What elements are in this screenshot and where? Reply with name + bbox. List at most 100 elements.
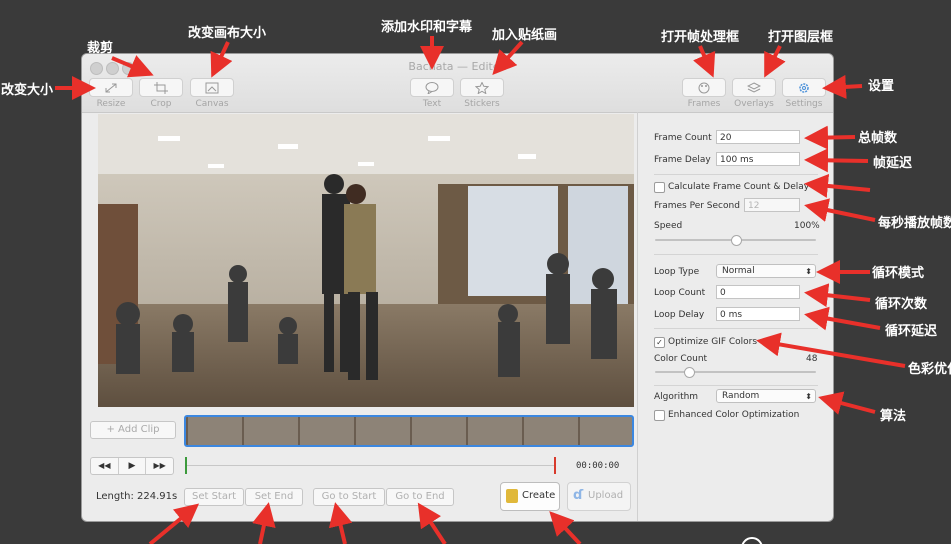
next-frame-icon[interactable]: ▶▶	[146, 458, 173, 474]
divider	[654, 385, 818, 386]
annotation-frame-delay: 帧延迟	[873, 156, 913, 171]
clip-filmstrip[interactable]	[184, 415, 634, 447]
stickers-label: Stickers	[464, 99, 500, 109]
calculate-label: Calculate Frame Count & Delay	[668, 182, 810, 192]
loop-type-value: Normal	[722, 266, 755, 276]
chevron-updown-icon: ⬍	[805, 392, 812, 401]
annotation-optimize: 色彩优化	[908, 362, 951, 377]
title-bar: Bachata — Edited Resize Crop Canvas Text…	[82, 54, 833, 113]
create-label: Create	[522, 490, 556, 501]
go-to-start-button[interactable]: Go to Start	[313, 488, 385, 506]
crop-icon	[154, 81, 168, 94]
resize-label: Resize	[96, 99, 126, 109]
timecode: 00:00:00	[576, 461, 620, 471]
overlays-button[interactable]: Overlays	[726, 78, 782, 110]
color-count-slider-knob[interactable]	[683, 367, 695, 378]
optimize-label: Optimize GIF Colors	[668, 337, 758, 347]
window-title: Bachata — Edited	[408, 60, 507, 73]
length-label: Length: 224.91s	[96, 491, 178, 502]
text-label: Text	[422, 99, 442, 109]
text-button[interactable]: Text	[404, 78, 460, 110]
annotation-text: 添加水印和字幕	[381, 20, 473, 35]
divider	[654, 328, 818, 329]
add-clip-button[interactable]: + Add Clip	[90, 421, 176, 439]
enhanced-label: Enhanced Color Optimization	[668, 410, 800, 420]
scrubber-track[interactable]	[185, 465, 555, 466]
loop-count-field[interactable]: 0	[716, 285, 800, 299]
loop-count-label: Loop Count	[654, 288, 706, 298]
dance-scene-image	[98, 114, 634, 407]
end-marker[interactable]	[554, 457, 556, 474]
upload-button[interactable]: ɗ Upload	[567, 482, 631, 511]
video-preview	[98, 114, 634, 407]
gif-file-icon	[506, 489, 518, 503]
loop-delay-label: Loop Delay	[654, 310, 705, 320]
app-window: Bachata — Edited Resize Crop Canvas Text…	[82, 54, 833, 521]
canvas-button[interactable]: Canvas	[184, 78, 240, 110]
settings-button[interactable]: Settings	[776, 78, 832, 110]
annotation-loop-type: 循环模式	[872, 266, 925, 281]
color-count-slider[interactable]	[655, 367, 816, 378]
resize-button[interactable]: Resize	[83, 78, 139, 110]
filmstrip-thumbnails	[186, 417, 580, 445]
set-end-button[interactable]: Set End	[245, 488, 303, 506]
layers-icon	[747, 81, 761, 93]
star-icon	[475, 81, 489, 94]
frame-count-field[interactable]: 20	[716, 130, 800, 144]
calculate-checkbox[interactable]	[654, 182, 665, 193]
fps-field[interactable]: 12	[744, 198, 800, 212]
overlays-label: Overlays	[734, 99, 774, 109]
palette-icon	[698, 82, 710, 93]
set-start-button[interactable]: Set Start	[184, 488, 244, 506]
annotation-frames: 打开帧处理框	[661, 30, 740, 45]
fps-label: Frames Per Second	[654, 201, 740, 211]
annotation-loop-delay: 循环延迟	[885, 324, 938, 339]
crop-label: Crop	[150, 99, 172, 109]
crop-button[interactable]: Crop	[133, 78, 189, 110]
loop-delay-field[interactable]: 0 ms	[716, 307, 800, 321]
annotation-frame-count: 总帧数	[858, 131, 898, 146]
frame-delay-label: Frame Delay	[654, 155, 711, 165]
divider	[654, 174, 818, 175]
settings-label: Settings	[785, 99, 823, 109]
frame-count-label: Frame Count	[654, 133, 712, 143]
start-marker[interactable]	[185, 457, 187, 474]
stickers-button[interactable]: Stickers	[454, 78, 510, 110]
loop-type-select[interactable]: Normal ⬍	[716, 264, 816, 278]
upload-label: Upload	[588, 490, 624, 501]
settings-panel: Frame Count 20 Frame Delay 100 ms Calcul…	[637, 112, 833, 521]
speech-bubble-icon	[425, 81, 439, 94]
color-count-value: 48	[806, 354, 818, 364]
annotation-algorithm: 算法	[880, 409, 907, 424]
create-button[interactable]: Create	[500, 482, 560, 511]
speed-slider[interactable]	[655, 235, 816, 246]
go-to-end-button[interactable]: Go to End	[386, 488, 454, 506]
frames-label: Frames	[687, 99, 721, 109]
frames-button[interactable]: Frames	[676, 78, 732, 110]
resize-icon	[105, 83, 117, 92]
playback-controls: ◀◀ ▶ ▶▶	[90, 457, 174, 475]
canvas-icon	[205, 82, 219, 93]
speed-value: 100%	[794, 221, 820, 231]
enhanced-checkbox[interactable]	[654, 410, 665, 421]
annotation-canvas: 改变画布大小	[188, 26, 267, 41]
annotation-settings: 设置	[868, 79, 895, 94]
algorithm-label: Algorithm	[654, 392, 699, 402]
previous-frame-icon[interactable]: ◀◀	[91, 458, 119, 474]
divider	[654, 254, 818, 255]
annotation-resize: 改变大小	[1, 83, 54, 98]
play-icon[interactable]: ▶	[119, 458, 147, 474]
annotation-loop-count: 循环次数	[875, 297, 928, 312]
algorithm-select[interactable]: Random ⬍	[716, 389, 816, 403]
annotation-overlays: 打开图层框	[768, 30, 834, 45]
annotation-fps: 每秒播放帧数	[878, 216, 951, 231]
annotation-crop: 裁剪	[87, 41, 114, 56]
annotation-stickers: 加入贴纸画	[492, 28, 558, 43]
speed-slider-knob[interactable]	[731, 235, 742, 246]
giphy-upload-icon: ɗ	[573, 488, 584, 503]
algorithm-value: Random	[722, 391, 760, 401]
gear-icon	[799, 82, 809, 93]
canvas-label: Canvas	[195, 99, 229, 109]
frame-delay-field[interactable]: 100 ms	[716, 152, 800, 166]
optimize-checkbox[interactable]: ✓	[654, 337, 665, 348]
